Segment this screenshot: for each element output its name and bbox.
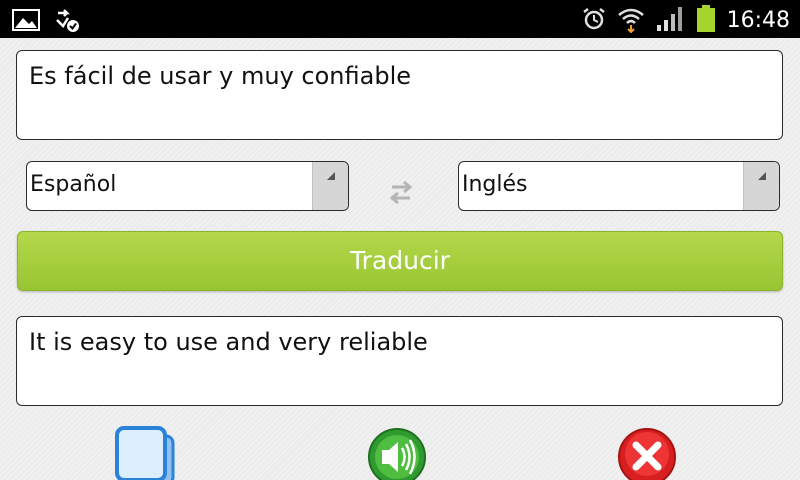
dropdown-arrow-icon	[743, 162, 779, 210]
signal-icon	[655, 5, 685, 37]
translated-text: It is easy to use and very reliable	[29, 328, 428, 356]
translated-text-output[interactable]: It is easy to use and very reliable	[16, 316, 783, 406]
status-bar: 16:48	[0, 0, 800, 38]
translate-button[interactable]: Traducir	[17, 231, 783, 291]
target-language-select[interactable]: Inglés	[458, 161, 780, 211]
wifi-icon	[617, 5, 645, 37]
status-clock: 16:48	[726, 8, 790, 33]
gallery-icon	[12, 8, 40, 36]
source-text: Es fácil de usar y muy confiable	[29, 62, 411, 90]
speaker-icon[interactable]	[366, 426, 428, 480]
swap-arrows-icon	[389, 180, 413, 205]
swap-languages-button[interactable]	[386, 174, 416, 210]
source-text-input[interactable]: Es fácil de usar y muy confiable	[16, 50, 783, 140]
sync-icon	[54, 7, 80, 37]
close-icon[interactable]	[615, 426, 679, 480]
alarm-icon	[581, 6, 607, 36]
copy-icon[interactable]	[113, 424, 179, 480]
source-language-label: Español	[30, 172, 117, 197]
source-language-select[interactable]: Español	[26, 161, 349, 211]
target-language-label: Inglés	[462, 172, 528, 197]
dropdown-arrow-icon	[312, 162, 348, 210]
battery-icon	[695, 5, 717, 37]
